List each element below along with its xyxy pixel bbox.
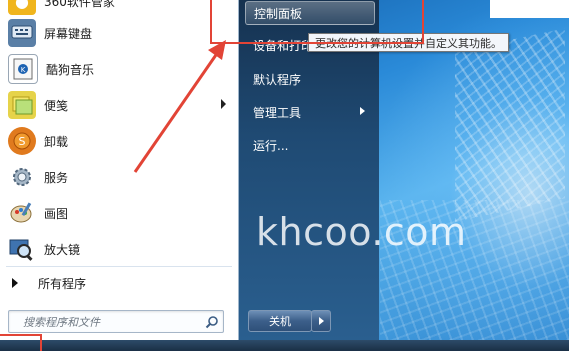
all-programs-label: 所有程序 [38, 276, 87, 291]
menu-item-admin-tools[interactable]: 管理工具 [245, 100, 375, 124]
kugou-music-icon: K [8, 54, 38, 84]
start-menu-programs-pane: ● 360软件管家 屏幕键盘 K 酷狗音乐 便笺 S 卸载 服务 画图 放大镜 … [0, 0, 239, 340]
program-item-uninstall[interactable]: S 卸载 [0, 124, 236, 158]
shutdown-options-button[interactable] [311, 310, 331, 332]
program-label: 360软件管家 [44, 0, 115, 9]
program-item-sticky-notes[interactable]: 便笺 [0, 88, 236, 122]
wallpaper-white-corner [490, 0, 569, 18]
program-item-kugou[interactable]: K 酷狗音乐 [0, 52, 236, 86]
all-programs-button[interactable]: 所有程序 [0, 268, 236, 298]
annotation-highlight-box [210, 0, 424, 44]
program-item-on-screen-keyboard[interactable]: 屏幕键盘 [0, 16, 236, 50]
search-icon[interactable] [205, 314, 219, 329]
all-programs-arrow-icon [12, 278, 18, 288]
magnifier-icon [8, 235, 36, 263]
uninstall-icon: S [8, 127, 36, 155]
annotation-start-box [0, 334, 42, 351]
menu-item-default-programs[interactable]: 默认程序 [245, 67, 375, 91]
shutdown-button[interactable]: 关机 [248, 310, 312, 332]
chevron-right-icon [318, 317, 324, 325]
program-label: 屏幕键盘 [44, 26, 93, 41]
program-label: 放大镜 [44, 242, 81, 257]
search-input[interactable]: 搜索程序和文件 [8, 310, 224, 333]
program-label: 酷狗音乐 [46, 62, 95, 77]
program-label: 服务 [44, 170, 69, 185]
search-placeholder: 搜索程序和文件 [23, 316, 100, 329]
submenu-arrow-icon [360, 107, 365, 115]
submenu-arrow-icon [221, 99, 226, 109]
program-label: 便笺 [44, 98, 69, 113]
menu-item-label: 运行... [253, 138, 289, 153]
program-label: 卸载 [44, 134, 69, 149]
menu-item-run[interactable]: 运行... [245, 133, 375, 157]
taskbar [0, 340, 569, 351]
watermark: khcoo.com [256, 210, 467, 254]
paint-icon [8, 199, 36, 227]
on-screen-keyboard-icon [8, 19, 36, 47]
sticky-notes-icon [8, 91, 36, 119]
shutdown-label: 关机 [269, 315, 291, 328]
wallpaper-grid [455, 28, 565, 222]
svg-text:S: S [19, 135, 26, 148]
svg-text:K: K [21, 66, 26, 74]
services-gear-icon [8, 163, 36, 191]
program-item-services[interactable]: 服务 [0, 160, 236, 194]
360-software-manager-icon: ● [8, 0, 36, 15]
program-label: 画图 [44, 206, 69, 221]
menu-separator [6, 266, 232, 267]
program-item-paint[interactable]: 画图 [0, 196, 236, 230]
menu-item-label: 默认程序 [253, 72, 302, 87]
program-item-magnifier[interactable]: 放大镜 [0, 232, 236, 266]
menu-item-label: 管理工具 [253, 105, 302, 120]
